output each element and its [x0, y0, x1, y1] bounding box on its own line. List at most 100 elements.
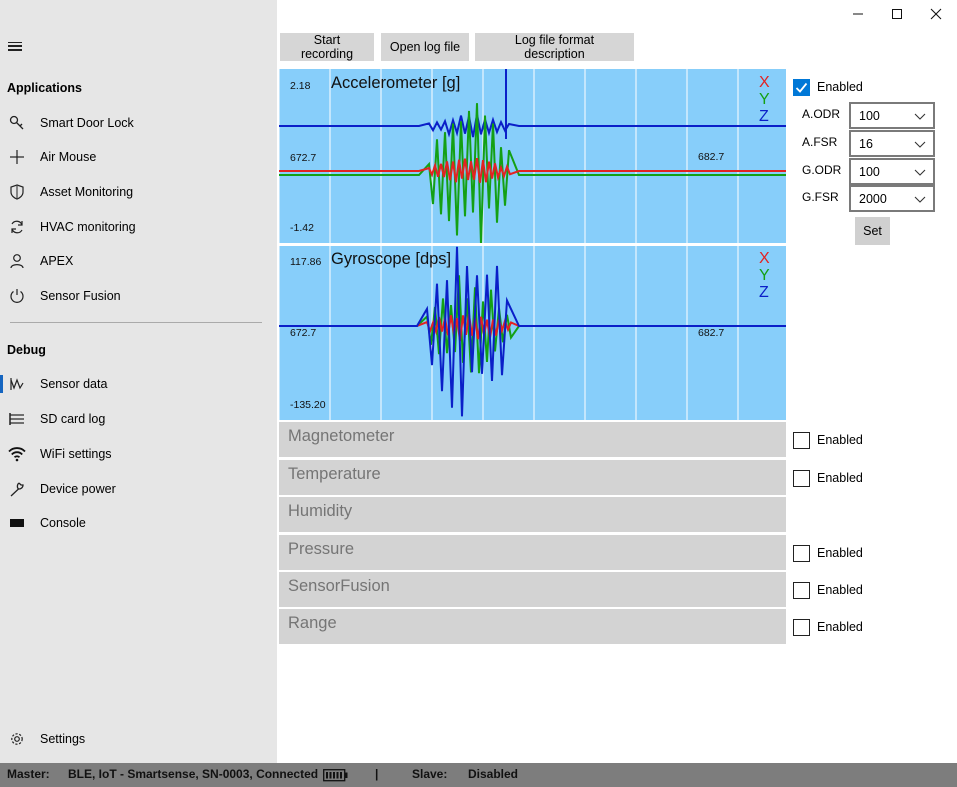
- checkbox-box[interactable]: [793, 78, 810, 96]
- nav-item-asset-monitoring[interactable]: Asset Monitoring: [0, 178, 277, 206]
- gear-icon: [8, 730, 26, 748]
- debug-heading: Debug: [7, 343, 46, 357]
- nav-item-label: Console: [40, 516, 86, 530]
- sensor-row-pressure[interactable]: Pressure: [279, 535, 786, 570]
- sensor-row-label: SensorFusion: [288, 577, 390, 595]
- checkbox-box[interactable]: [793, 431, 810, 449]
- master-label: Master:: [7, 767, 50, 781]
- a-fsr-select[interactable]: 16: [849, 130, 935, 157]
- nav-item-label: Sensor data: [40, 377, 108, 391]
- range-enabled-checkbox[interactable]: Enabled: [793, 617, 863, 637]
- close-button[interactable]: [916, 4, 956, 24]
- nav-item-label: HVAC monitoring: [40, 220, 136, 234]
- list-icon: [8, 410, 26, 428]
- hamburger-menu-icon[interactable]: [8, 36, 26, 56]
- log-format-description-button[interactable]: Log file format description: [475, 33, 634, 61]
- a-odr-select[interactable]: 100: [849, 102, 935, 129]
- checkbox-box[interactable]: [793, 469, 810, 487]
- power-icon: [8, 287, 26, 305]
- nav-item-device-power[interactable]: Device power: [0, 475, 277, 503]
- gyroscope-y-mid: 672.7: [290, 327, 317, 339]
- slave-label: Slave:: [412, 767, 448, 781]
- nav-item-label: Settings: [40, 732, 86, 746]
- chevron-down-icon: [914, 113, 926, 120]
- gyroscope-y-legend: Y: [759, 267, 770, 284]
- sensor-row-sensorfusion[interactable]: SensorFusion: [279, 572, 786, 607]
- nav-item-sensor-fusion[interactable]: Sensor Fusion: [0, 282, 277, 310]
- gyroscope-x-right: 682.7: [698, 327, 725, 339]
- sensor-row-label: Humidity: [288, 502, 353, 520]
- pressure-enabled-checkbox[interactable]: Enabled: [793, 543, 863, 563]
- nav-item-label: Air Mouse: [40, 150, 97, 164]
- gyroscope-y-max: 117.86: [290, 256, 322, 268]
- chevron-down-icon: [914, 141, 926, 148]
- accelerometer-z-legend: Z: [759, 108, 769, 125]
- start-recording-button[interactable]: Start recording: [280, 33, 374, 61]
- sensorfusion-enabled-checkbox[interactable]: Enabled: [793, 580, 863, 600]
- sidebar-divider: [10, 322, 262, 323]
- key-icon: [8, 114, 26, 132]
- gyroscope-z-legend: Z: [759, 284, 769, 301]
- maximize-icon: [892, 9, 902, 19]
- enabled-label: Enabled: [817, 80, 863, 94]
- a-fsr-label: A.FSR: [802, 135, 838, 149]
- a-odr-label: A.ODR: [802, 107, 841, 121]
- magnetometer-enabled-checkbox[interactable]: Enabled: [793, 430, 863, 450]
- accelerometer-y-trace: [279, 103, 786, 243]
- accelerometer-z-trace: [279, 114, 786, 138]
- accelerometer-chart: Accelerometer [g] 2.18 672.7 -1.42 682.7…: [279, 69, 786, 243]
- enabled-label: Enabled: [817, 620, 863, 634]
- g-odr-value: 100: [859, 165, 880, 179]
- nav-item-apex[interactable]: APEX: [0, 247, 277, 275]
- sensor-row-humidity[interactable]: Humidity: [279, 497, 786, 532]
- maximize-button[interactable]: [877, 4, 917, 24]
- checkbox-box[interactable]: [793, 581, 810, 599]
- checkbox-box[interactable]: [793, 544, 810, 562]
- nav-item-air-mouse[interactable]: Air Mouse: [0, 143, 277, 171]
- nav-item-smart-door-lock[interactable]: Smart Door Lock: [0, 109, 277, 137]
- accelerometer-x-legend: X: [759, 74, 770, 91]
- nav-item-label: Device power: [40, 482, 116, 496]
- accelerometer-x-right: 682.7: [698, 151, 725, 163]
- nav-item-console[interactable]: Console: [0, 509, 277, 537]
- g-odr-select[interactable]: 100: [849, 158, 935, 185]
- wifi-icon: [8, 445, 26, 463]
- checkmark-icon: [795, 82, 808, 93]
- nav-item-sensor-data[interactable]: Sensor data: [0, 370, 277, 398]
- chevron-down-icon: [914, 169, 926, 176]
- sensor-row-temperature[interactable]: Temperature: [279, 460, 786, 495]
- accelerometer-y-legend: Y: [759, 91, 770, 108]
- sensor-row-magnetometer[interactable]: Magnetometer: [279, 422, 786, 457]
- master-status: BLE, IoT - Smartsense, SN-0003, Connecte…: [68, 767, 319, 781]
- gyroscope-y-min: -135.20: [290, 399, 326, 411]
- nav-item-sd-card-log[interactable]: SD card log: [0, 405, 277, 433]
- nav-item-wifi-settings[interactable]: WiFi settings: [0, 440, 277, 468]
- gyroscope-y-trace: [279, 275, 786, 374]
- applications-heading: Applications: [7, 81, 83, 95]
- g-fsr-select[interactable]: 2000: [849, 185, 935, 212]
- temperature-enabled-checkbox[interactable]: Enabled: [793, 468, 863, 488]
- crosshair-icon: [8, 148, 26, 166]
- nav-item-hvac-monitoring[interactable]: HVAC monitoring: [0, 213, 277, 241]
- enabled-label: Enabled: [817, 546, 863, 560]
- a-fsr-value: 16: [859, 137, 873, 151]
- checkbox-box[interactable]: [793, 618, 810, 636]
- nav-item-label: Smart Door Lock: [40, 116, 134, 130]
- minimize-button[interactable]: [838, 4, 878, 24]
- sensor-row-label: Temperature: [288, 465, 381, 483]
- nav-item-settings[interactable]: Settings: [0, 725, 277, 753]
- imu-enabled-checkbox[interactable]: Enabled: [793, 77, 863, 97]
- sensor-row-label: Range: [288, 614, 337, 632]
- battery-icon: [323, 769, 348, 782]
- status-bar: Master: BLE, IoT - Smartsense, SN-0003, …: [0, 763, 957, 787]
- gyroscope-title: Gyroscope [dps]: [331, 250, 452, 268]
- sensor-row-label: Pressure: [288, 540, 355, 558]
- set-button[interactable]: Set: [855, 217, 890, 245]
- slave-status: Disabled: [468, 767, 519, 781]
- accelerometer-y-min: -1.42: [290, 222, 314, 234]
- open-log-file-button[interactable]: Open log file: [381, 33, 469, 61]
- nav-item-label: APEX: [40, 254, 74, 268]
- shield-icon: [8, 183, 26, 201]
- sensor-row-range[interactable]: Range: [279, 609, 786, 644]
- g-fsr-label: G.FSR: [802, 190, 839, 204]
